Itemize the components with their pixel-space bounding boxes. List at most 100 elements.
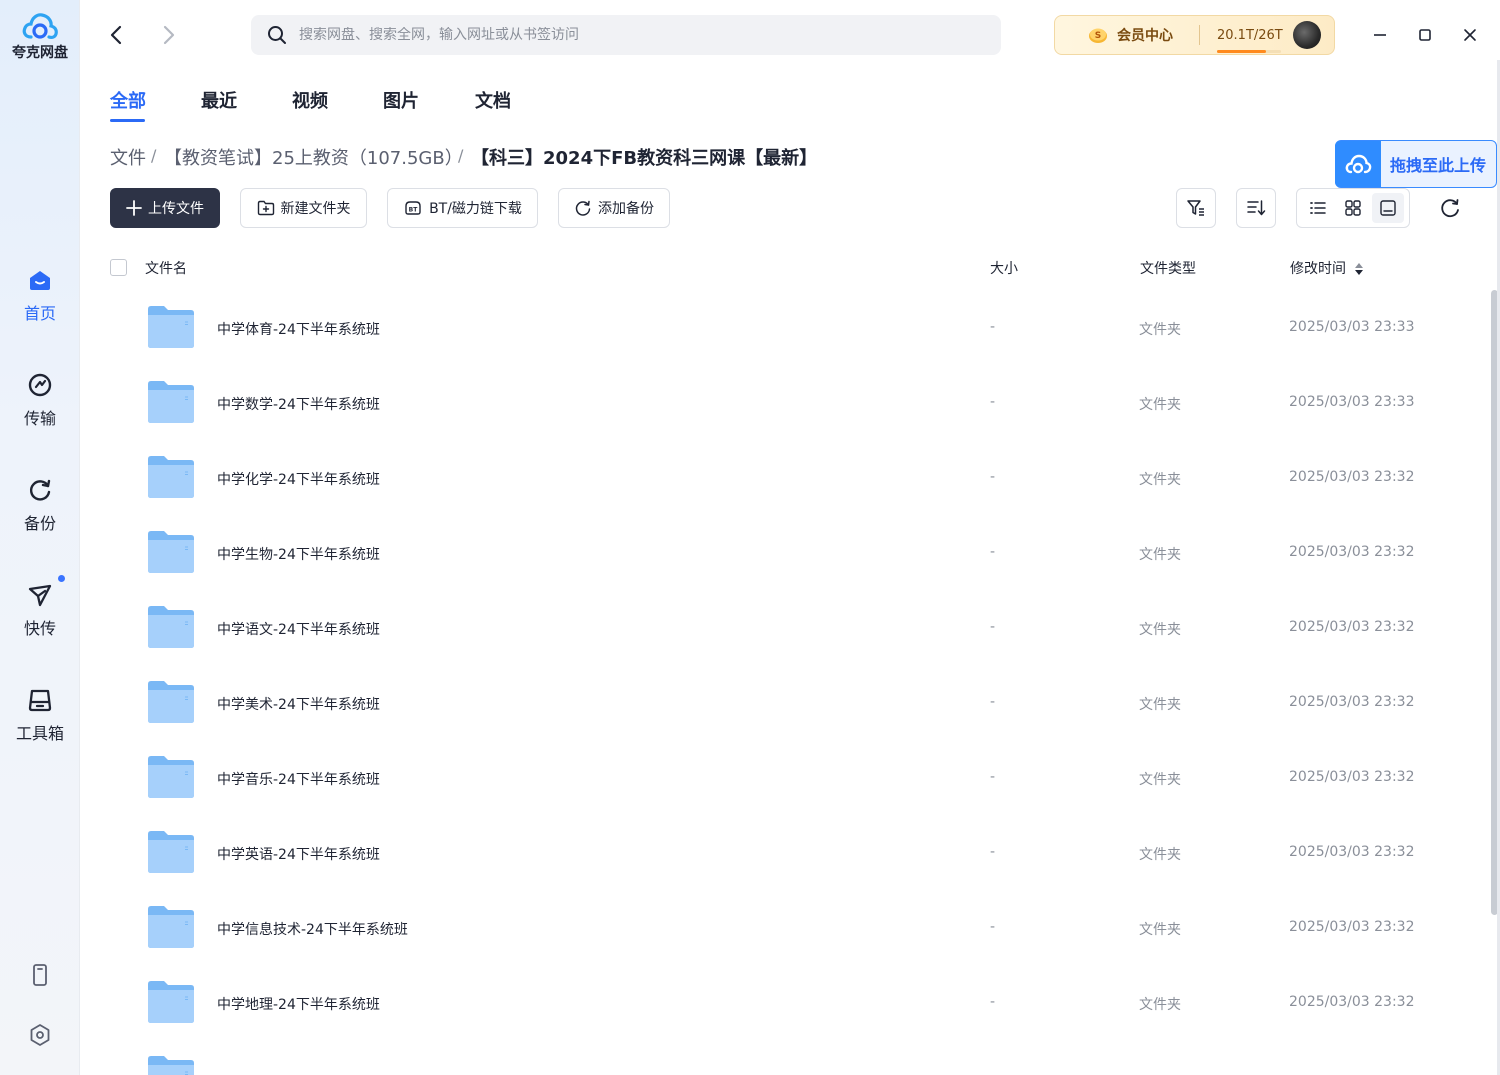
back-arrow-icon[interactable]: [104, 22, 130, 48]
file-name: 中学化学-24下半年系统班: [217, 472, 380, 488]
file-name: 中学信息技术-24下半年系统班: [217, 922, 408, 938]
file-modified: 2025/03/03 23:32: [1289, 919, 1415, 935]
search-bar[interactable]: [251, 15, 1001, 55]
sidebar-item-label: 快传: [23, 619, 56, 638]
file-size: -: [990, 319, 996, 335]
phone-icon[interactable]: [26, 961, 54, 989]
table-row[interactable]: 中学体育-24下半年系统班 - 文件夹 2025/03/03 23:33: [100, 293, 1480, 368]
storage-bar-fill: [1217, 49, 1267, 53]
file-size: -: [990, 994, 996, 1010]
minimize-icon[interactable]: [1367, 22, 1393, 48]
top-bar: S 会员中心 20.1T/26T: [80, 0, 1500, 70]
sidebar-item-quick-send[interactable]: 快传: [0, 581, 80, 639]
list-view-icon: [1310, 202, 1327, 214]
plus-icon: [126, 200, 142, 216]
folder-icon: [148, 981, 194, 1023]
active-tab-indicator: [110, 119, 145, 122]
tab-all[interactable]: 全部: [110, 87, 146, 113]
column-header-size[interactable]: 大小: [990, 258, 1018, 278]
file-name: 中学体育-24下半年系统班: [217, 322, 380, 338]
select-all-checkbox[interactable]: [110, 259, 127, 276]
member-center[interactable]: S 会员中心 20.1T/26T: [1054, 15, 1335, 55]
column-header-name[interactable]: 文件名: [145, 258, 187, 278]
app-logo[interactable]: 夸克网盘: [0, 10, 80, 62]
table-row[interactable]: 中学信息技术-24下半年系统班 - 文件夹 2025/03/03 23:32: [100, 893, 1480, 968]
search-input[interactable]: [299, 27, 979, 43]
file-size: -: [990, 544, 996, 560]
maximize-icon[interactable]: [1412, 22, 1438, 48]
forward-arrow-icon[interactable]: [155, 22, 181, 48]
table-row-partial[interactable]: [100, 1043, 1480, 1075]
sidebar-item-transfer[interactable]: 传输: [0, 371, 80, 429]
file-size: -: [990, 619, 996, 635]
settings-icon[interactable]: [26, 1021, 54, 1049]
upload-button[interactable]: 上传文件: [110, 188, 220, 228]
sort-icon: [1247, 200, 1266, 216]
sidebar-item-backup[interactable]: 备份: [0, 476, 80, 534]
search-icon: [268, 26, 286, 44]
backup-icon: [29, 479, 51, 501]
refresh-icon[interactable]: [1438, 196, 1462, 220]
folder-icon: [148, 681, 194, 723]
member-center-label[interactable]: 会员中心: [1117, 25, 1173, 45]
file-type: 文件夹: [1139, 622, 1181, 638]
folder-icon-wrap: [147, 380, 195, 428]
table-row[interactable]: 中学语文-24下半年系统班 - 文件夹 2025/03/03 23:32: [100, 593, 1480, 668]
table-row[interactable]: 中学生物-24下半年系统班 - 文件夹 2025/03/03 23:32: [100, 518, 1480, 593]
table-row[interactable]: 中学化学-24下半年系统班 - 文件夹 2025/03/03 23:32: [100, 443, 1480, 518]
sort-toggle-icon: [1355, 263, 1364, 275]
file-size: -: [990, 394, 996, 410]
sidebar-item-home[interactable]: 首页: [0, 266, 80, 324]
drag-upload-label: 拖拽至此上传: [1390, 156, 1487, 175]
folder-icon: [148, 531, 194, 573]
folder-icon: [148, 381, 194, 423]
table-row[interactable]: 中学音乐-24下半年系统班 - 文件夹 2025/03/03 23:32: [100, 743, 1480, 818]
tab-document[interactable]: 文档: [475, 87, 511, 113]
upload-button-label: 上传文件: [148, 201, 204, 217]
list-view-button[interactable]: [1302, 193, 1334, 223]
sidebar-item-label: 备份: [23, 514, 56, 533]
tab-recent[interactable]: 最近: [201, 87, 237, 113]
vip-coin-icon: S: [1089, 28, 1107, 43]
close-icon[interactable]: [1457, 22, 1483, 48]
tab-video[interactable]: 视频: [292, 87, 328, 113]
file-name: 中学数学-24下半年系统班: [217, 397, 380, 413]
sidebar-item-label: 首页: [23, 304, 56, 323]
grid-view-button[interactable]: [1337, 193, 1369, 223]
transfer-icon: [28, 373, 52, 397]
breadcrumb-root[interactable]: 文件: [110, 144, 146, 170]
table-row[interactable]: 中学地理-24下半年系统班 - 文件夹 2025/03/03 23:32: [100, 968, 1480, 1043]
backup-icon: [575, 200, 591, 216]
sidebar-item-toolbox[interactable]: 工具箱: [0, 686, 80, 744]
avatar[interactable]: [1292, 21, 1321, 49]
file-type: 文件夹: [1139, 772, 1181, 788]
breadcrumb-parent[interactable]: 【教资笔试】25上教资（107.5GB）: [164, 144, 463, 170]
table-row[interactable]: 中学美术-24下半年系统班 - 文件夹 2025/03/03 23:32: [100, 668, 1480, 743]
preview-view-button[interactable]: [1371, 193, 1404, 223]
add-backup-button[interactable]: 添加备份: [558, 188, 670, 228]
file-name: 中学地理-24下半年系统班: [217, 997, 380, 1013]
storage-usage[interactable]: 20.1T/26T: [1217, 28, 1283, 53]
file-name: 中学生物-24下半年系统班: [217, 547, 380, 563]
bt-download-button[interactable]: BT BT/磁力链下载: [387, 188, 538, 228]
new-folder-button[interactable]: 新建文件夹: [240, 188, 367, 228]
drag-upload-zone[interactable]: 拖拽至此上传: [1335, 140, 1497, 188]
file-size: -: [990, 919, 996, 935]
folder-icon: [148, 906, 194, 948]
file-size: -: [990, 694, 996, 710]
file-type: 文件夹: [1139, 922, 1181, 938]
column-header-modified[interactable]: 修改时间: [1290, 258, 1364, 278]
file-type: 文件夹: [1139, 997, 1181, 1013]
table-row[interactable]: 中学英语-24下半年系统班 - 文件夹 2025/03/03 23:32: [100, 818, 1480, 893]
folder-icon: [148, 606, 194, 648]
tab-image[interactable]: 图片: [383, 87, 419, 113]
breadcrumb-separator: /: [458, 146, 464, 165]
column-header-type[interactable]: 文件类型: [1140, 258, 1196, 278]
filter-button[interactable]: [1176, 188, 1216, 228]
table-row[interactable]: 中学数学-24下半年系统班 - 文件夹 2025/03/03 23:33: [100, 368, 1480, 443]
column-header-modified-label: 修改时间: [1290, 261, 1346, 277]
folder-icon: [148, 1056, 194, 1075]
sort-button[interactable]: [1236, 188, 1276, 228]
file-modified: 2025/03/03 23:32: [1289, 694, 1415, 710]
folder-icon-wrap: [147, 830, 195, 878]
